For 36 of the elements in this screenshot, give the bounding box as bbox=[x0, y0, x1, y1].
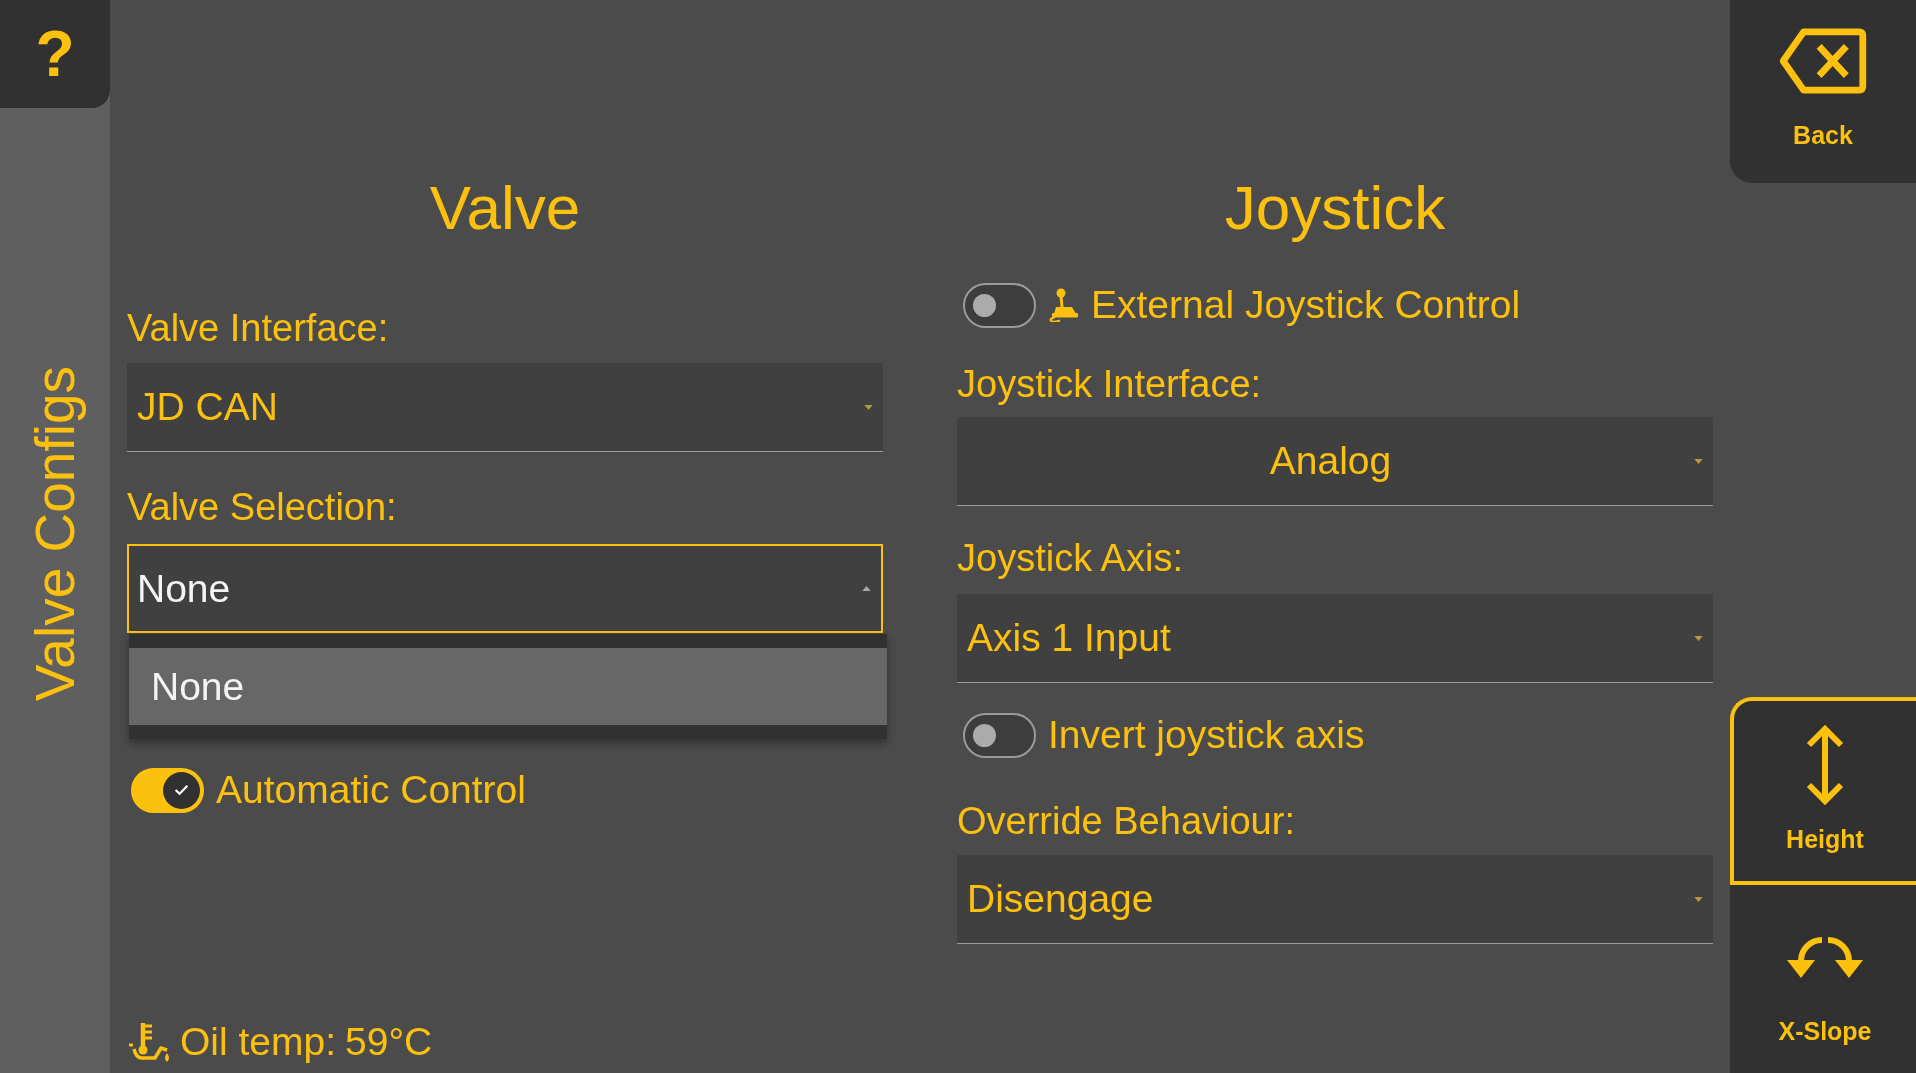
up-down-arrow-icon bbox=[1804, 724, 1846, 806]
toggle-label: Invert joystick axis bbox=[1048, 713, 1365, 757]
toggle-switch[interactable] bbox=[963, 282, 1036, 328]
mode-tab[interactable]: X-Slope bbox=[1730, 885, 1916, 1073]
dropdown-field[interactable]: Disengage bbox=[957, 855, 1713, 944]
back-button[interactable]: Back bbox=[1730, 0, 1916, 183]
dropdown-field[interactable]: Analog bbox=[957, 417, 1713, 506]
oil-temperature-icon bbox=[127, 1021, 171, 1063]
backspace-icon bbox=[1779, 28, 1867, 94]
joystick-icon bbox=[1048, 288, 1079, 322]
field-label: Joystick Interface: bbox=[957, 362, 1262, 406]
dropdown-field[interactable]: JD CAN bbox=[127, 363, 883, 452]
help-button[interactable]: ? bbox=[0, 0, 110, 108]
mode-tab[interactable]: Height bbox=[1730, 697, 1916, 885]
toggle-switch[interactable] bbox=[963, 712, 1036, 758]
toggle-label: External Joystick Control bbox=[1091, 283, 1521, 327]
section-title: Joystick bbox=[1224, 172, 1446, 244]
curved-arrows-icon bbox=[1784, 934, 1866, 980]
section-title: Valve bbox=[429, 172, 581, 244]
caret-down-icon bbox=[1694, 896, 1703, 902]
caret-down-icon bbox=[1694, 458, 1703, 464]
field-label: Valve Selection: bbox=[127, 485, 397, 529]
status-value: 59°C bbox=[345, 1020, 433, 1064]
field-label: Valve Interface: bbox=[127, 306, 389, 350]
caret-down-icon bbox=[864, 404, 873, 410]
caret-up-icon bbox=[862, 586, 871, 591]
toggle-switch[interactable] bbox=[131, 767, 204, 813]
dropdown-field[interactable]: Axis 1 Input bbox=[957, 594, 1713, 683]
dropdown-option[interactable]: None bbox=[129, 648, 887, 725]
field-label: Override Behaviour: bbox=[957, 799, 1295, 843]
caret-down-icon bbox=[1694, 635, 1703, 641]
field-label: Joystick Axis: bbox=[957, 536, 1183, 580]
check-icon bbox=[174, 784, 189, 796]
status-label: Oil temp: bbox=[180, 1020, 337, 1064]
toggle-label: Automatic Control bbox=[216, 768, 526, 812]
dropdown-field[interactable]: None bbox=[127, 544, 883, 633]
